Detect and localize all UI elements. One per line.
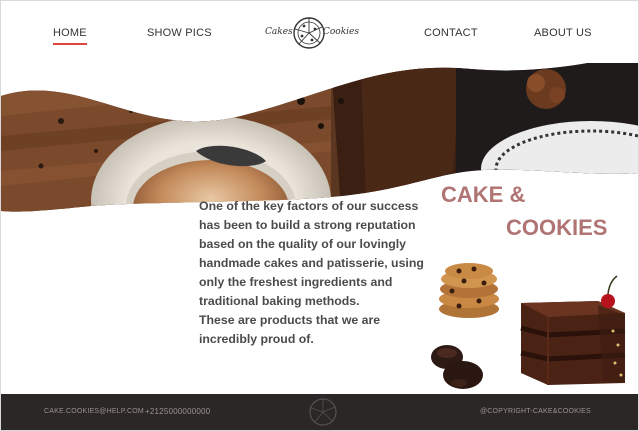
nav-home-link[interactable]: HOME (53, 27, 87, 45)
footer-email[interactable]: CAKE.COOKIES@HELP.COM (44, 408, 144, 415)
nav-about-link[interactable]: ABOUT US (534, 27, 592, 39)
footer-phone[interactable]: +2125000000000 (145, 407, 210, 416)
footer-logo-icon (309, 398, 337, 426)
hero-description: One of the key factors of our success ha… (199, 199, 424, 346)
top-navigation: HOME SHOW PICS Cakes Cookies CONTACT ABO… (1, 1, 638, 63)
footer: CAKE.COOKIES@HELP.COM +2125000000000 @CO… (1, 394, 638, 430)
logo-word-cakes: Cakes (265, 27, 293, 37)
pizza-logo-icon (293, 17, 325, 49)
hero-title: CAKE & COOKIES (441, 178, 621, 244)
nav-contact-link[interactable]: CONTACT (424, 27, 478, 39)
page-frame: CAKE & COOKIES One of the key factors of… (0, 0, 639, 431)
site-logo[interactable]: Cakes Cookies (263, 15, 359, 51)
hero-title-line1: CAKE & (441, 182, 526, 207)
hero-title-line2: COOKIES (506, 215, 608, 240)
logo-word-cookies: Cookies (323, 27, 359, 37)
footer-copyright: @COPYRIGHT-CAKE&COOKIES (480, 408, 591, 415)
nav-show-pics-link[interactable]: SHOW PICS (147, 27, 212, 39)
cake-slice-image (520, 275, 626, 385)
